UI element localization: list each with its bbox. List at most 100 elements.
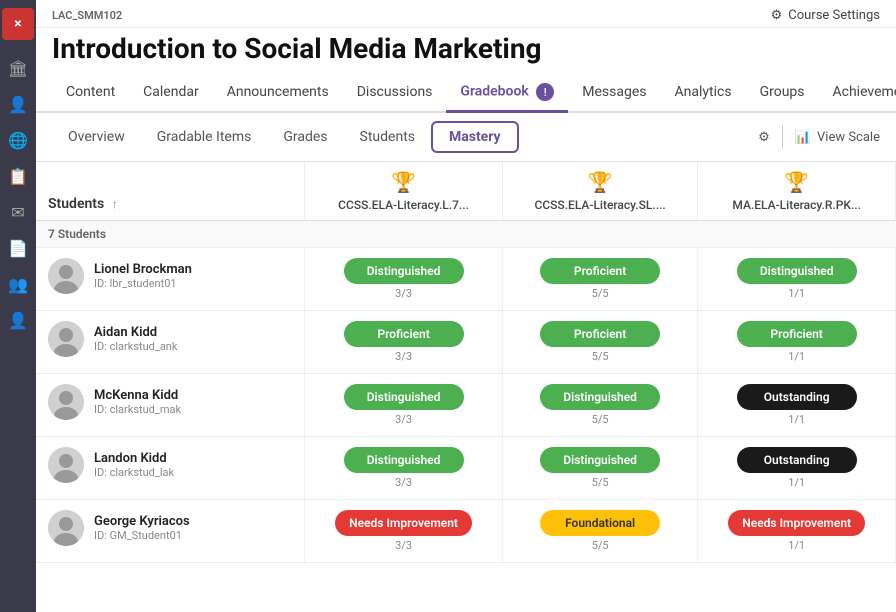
subnav-overview[interactable]: Overview bbox=[52, 123, 141, 151]
tab-achievements[interactable]: Achievements bbox=[819, 74, 896, 110]
student-id: ID: lbr_student01 bbox=[94, 277, 192, 290]
sidebar-icon-person[interactable]: 👤 bbox=[2, 304, 34, 336]
tab-announcements[interactable]: Announcements bbox=[213, 74, 343, 110]
avatar bbox=[48, 447, 84, 483]
score-fraction: 1/1 bbox=[710, 413, 883, 426]
sidebar-icon-groups[interactable]: 👥 bbox=[2, 268, 34, 300]
score-fraction: 5/5 bbox=[515, 287, 685, 300]
table-row[interactable]: Lionel Brockman ID: lbr_student01 Distin… bbox=[36, 248, 896, 311]
course-title: Introduction to Social Media Marketing bbox=[36, 28, 896, 73]
main-content: LAC_SMM102 ⚙ Course Settings Introductio… bbox=[36, 0, 896, 612]
score-fraction: 3/3 bbox=[317, 539, 490, 552]
subnav-students[interactable]: Students bbox=[344, 123, 431, 151]
table-row[interactable]: George Kyriacos ID: GM_Student01 Needs I… bbox=[36, 500, 896, 563]
score-cell-3-0: Distinguished 3/3 bbox=[305, 437, 503, 500]
mastery-table-wrapper[interactable]: Students ↑ 🏆 CCSS.ELA-Literacy.L.7... 🏆 … bbox=[36, 162, 896, 612]
tab-messages[interactable]: Messages bbox=[568, 74, 660, 110]
divider bbox=[782, 125, 783, 149]
score-badge: Distinguished bbox=[540, 384, 660, 410]
score-badge: Needs Improvement bbox=[728, 510, 865, 536]
score-cell-2-2: Outstanding 1/1 bbox=[698, 374, 896, 437]
score-fraction: 3/3 bbox=[317, 476, 490, 489]
gear-icon: ⚙ bbox=[771, 8, 783, 23]
top-header: LAC_SMM102 ⚙ Course Settings bbox=[36, 0, 896, 28]
score-fraction: 1/1 bbox=[710, 539, 883, 552]
score-badge: Distinguished bbox=[540, 447, 660, 473]
score-cell-0-1: Proficient 5/5 bbox=[502, 248, 697, 311]
student-id: ID: clarkstud_lak bbox=[94, 466, 174, 479]
avatar bbox=[48, 510, 84, 546]
score-cell-1-0: Proficient 3/3 bbox=[305, 311, 503, 374]
score-cell-4-2: Needs Improvement 1/1 bbox=[698, 500, 896, 563]
view-scale-button[interactable]: 📊 View Scale bbox=[795, 130, 880, 145]
score-cell-0-2: Distinguished 1/1 bbox=[698, 248, 896, 311]
sidebar-icon-document[interactable]: 📄 bbox=[2, 232, 34, 264]
student-id: ID: GM_Student01 bbox=[94, 529, 190, 542]
score-badge: Distinguished bbox=[344, 258, 464, 284]
student-name: Aidan Kidd bbox=[94, 325, 177, 340]
avatar bbox=[48, 384, 84, 420]
score-fraction: 5/5 bbox=[515, 413, 685, 426]
score-fraction: 3/3 bbox=[317, 413, 490, 426]
score-fraction: 1/1 bbox=[710, 287, 883, 300]
trophy-icon-col3: 🏆 bbox=[710, 170, 883, 194]
course-code: LAC_SMM102 bbox=[52, 9, 122, 22]
course-settings-button[interactable]: ⚙ Course Settings bbox=[771, 8, 880, 23]
score-cell-1-1: Proficient 5/5 bbox=[502, 311, 697, 374]
score-cell-4-1: Foundational 5/5 bbox=[502, 500, 697, 563]
score-fraction: 3/3 bbox=[317, 350, 490, 363]
score-badge: Outstanding bbox=[737, 447, 857, 473]
tab-groups[interactable]: Groups bbox=[746, 74, 819, 110]
sidebar-icon-user[interactable]: 👤 bbox=[2, 88, 34, 120]
score-cell-3-1: Distinguished 5/5 bbox=[502, 437, 697, 500]
sidebar-icon-globe[interactable]: 🌐 bbox=[2, 124, 34, 156]
student-cell-0: Lionel Brockman ID: lbr_student01 bbox=[36, 248, 305, 311]
student-count-row: 7 Students bbox=[36, 221, 896, 248]
table-row[interactable]: Aidan Kidd ID: clarkstud_ank Proficient … bbox=[36, 311, 896, 374]
col2-header: 🏆 CCSS.ELA-Literacy.SL.... bbox=[502, 162, 697, 221]
sidebar-icon-institution[interactable]: 🏛 bbox=[2, 52, 34, 84]
tab-discussions[interactable]: Discussions bbox=[343, 74, 447, 110]
score-badge: Outstanding bbox=[737, 384, 857, 410]
subnav-grades[interactable]: Grades bbox=[267, 123, 343, 151]
table-row[interactable]: McKenna Kidd ID: clarkstud_mak Distingui… bbox=[36, 374, 896, 437]
sub-nav: Overview Gradable Items Grades Students … bbox=[36, 113, 896, 162]
score-badge: Foundational bbox=[540, 510, 660, 536]
sidebar: × 🏛 👤 🌐 📋 ✉ 📄 👥 👤 bbox=[0, 0, 36, 612]
tab-content[interactable]: Content bbox=[52, 74, 129, 110]
subnav-mastery[interactable]: Mastery bbox=[431, 121, 519, 153]
score-fraction: 1/1 bbox=[710, 350, 883, 363]
student-cell-2: McKenna Kidd ID: clarkstud_mak bbox=[36, 374, 305, 437]
score-badge: Proficient bbox=[737, 321, 857, 347]
score-badge: Proficient bbox=[540, 321, 660, 347]
gradebook-badge: ! bbox=[536, 83, 554, 101]
tab-gradebook[interactable]: Gradebook ! bbox=[446, 73, 568, 111]
close-button[interactable]: × bbox=[2, 8, 34, 40]
sidebar-icon-mail[interactable]: ✉ bbox=[2, 196, 34, 228]
score-fraction: 5/5 bbox=[515, 476, 685, 489]
bar-chart-icon: 📊 bbox=[795, 130, 811, 145]
mastery-table: Students ↑ 🏆 CCSS.ELA-Literacy.L.7... 🏆 … bbox=[36, 162, 896, 563]
score-cell-0-0: Distinguished 3/3 bbox=[305, 248, 503, 311]
student-id: ID: clarkstud_ank bbox=[94, 340, 177, 353]
tab-calendar[interactable]: Calendar bbox=[129, 74, 213, 110]
score-cell-2-0: Distinguished 3/3 bbox=[305, 374, 503, 437]
table-header-row: Students ↑ 🏆 CCSS.ELA-Literacy.L.7... 🏆 … bbox=[36, 162, 896, 221]
score-cell-4-0: Needs Improvement 3/3 bbox=[305, 500, 503, 563]
score-badge: Distinguished bbox=[737, 258, 857, 284]
student-name: Landon Kidd bbox=[94, 451, 174, 466]
settings-gear-button[interactable]: ⚙ bbox=[758, 130, 770, 145]
student-count: 7 Students bbox=[36, 221, 896, 248]
sidebar-icon-gradebook[interactable]: 📋 bbox=[2, 160, 34, 192]
table-row[interactable]: Landon Kidd ID: clarkstud_lak Distinguis… bbox=[36, 437, 896, 500]
subnav-gradable-items[interactable]: Gradable Items bbox=[141, 123, 268, 151]
student-name: George Kyriacos bbox=[94, 514, 190, 529]
student-cell-1: Aidan Kidd ID: clarkstud_ank bbox=[36, 311, 305, 374]
score-cell-1-2: Proficient 1/1 bbox=[698, 311, 896, 374]
sort-arrow-icon[interactable]: ↑ bbox=[112, 197, 118, 211]
student-cell-3: Landon Kidd ID: clarkstud_lak bbox=[36, 437, 305, 500]
tab-analytics[interactable]: Analytics bbox=[661, 74, 746, 110]
col3-header: 🏆 MA.ELA-Literacy.R.PK... bbox=[698, 162, 896, 221]
avatar bbox=[48, 321, 84, 357]
student-cell-4: George Kyriacos ID: GM_Student01 bbox=[36, 500, 305, 563]
